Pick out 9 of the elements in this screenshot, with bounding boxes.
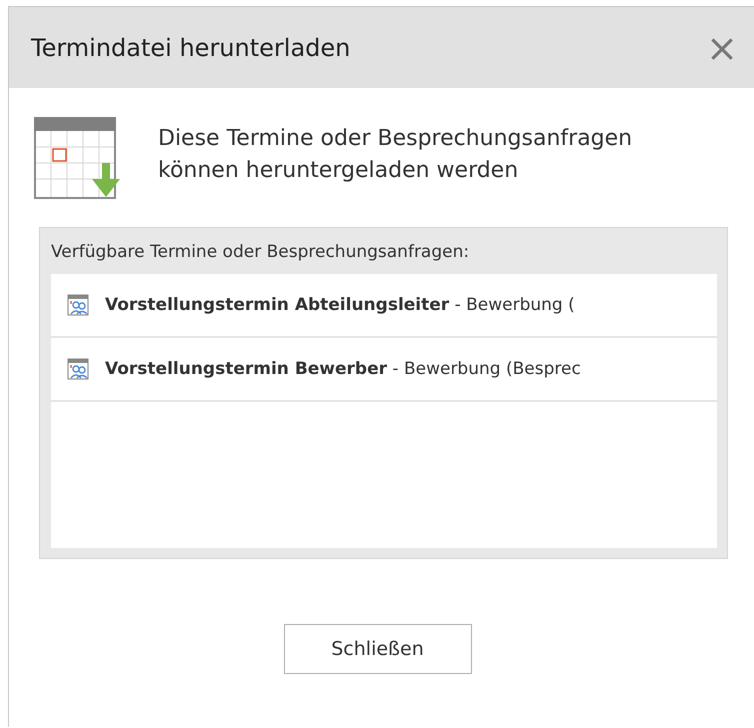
window-title: Termindatei herunterladen	[31, 34, 350, 62]
meeting-icon	[67, 358, 89, 380]
calendar-download-icon	[34, 117, 120, 201]
message-text: Diese Termine oder Besprechungsanfragen können heruntergeladen werden	[158, 125, 634, 185]
meeting-icon	[67, 294, 89, 316]
item-text: Vorstellungstermin Bewerber - Bewerbung (Besprec	[105, 359, 581, 379]
list-label: Verfügbare Termine oder Besprechungsanfragen:	[51, 242, 470, 262]
item-text: Vorstellungstermin Abteilungsleiter - Bewerbung (	[105, 295, 575, 315]
close-dialog-button[interactable]: Schließen	[284, 624, 472, 674]
